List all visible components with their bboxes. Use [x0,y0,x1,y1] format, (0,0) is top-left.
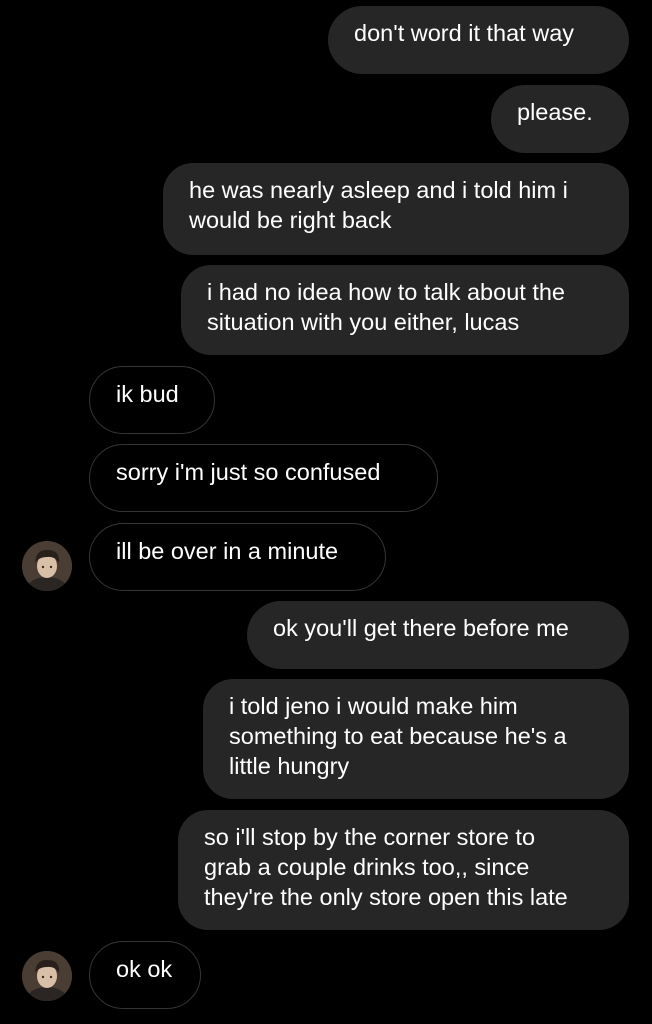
message-text: please. [517,99,593,125]
profile-avatar[interactable] [22,951,72,1001]
message-text-line: situation with you either, lucas [207,309,520,335]
message-text-line: i had no idea how to talk about the [207,279,565,305]
message-text-line: they're the only store open this late [204,884,568,910]
message-bubble-received[interactable]: ik bud [89,366,215,434]
message-bubble-received[interactable]: sorry i'm just so confused [89,444,438,512]
avatar-image [22,951,72,1001]
message-bubble-sent[interactable]: so i'll stop by the corner store to grab… [178,810,629,930]
message-text-line: something to eat because he's a [229,723,567,749]
message-text: ik bud [116,381,179,407]
message-bubble-sent[interactable]: ok you'll get there before me [247,601,629,669]
message-bubble-sent[interactable]: i told jeno i would make him something t… [203,679,629,799]
message-text-line: so i'll stop by the corner store to [204,824,536,850]
message-bubble-sent[interactable]: don't word it that way [328,6,629,74]
message-text: don't word it that way [354,20,575,46]
message-bubble-sent[interactable]: please. [491,85,629,153]
profile-avatar[interactable] [22,541,72,591]
message-text-line: i told jeno i would make him [229,693,518,719]
message-bubble-sent[interactable]: he was nearly asleep and i told him i wo… [163,163,629,255]
message-text-line: would be right back [189,207,392,233]
message-text: ok ok [116,956,173,982]
message-text-line: he was nearly asleep and i told him i [189,177,568,203]
message-text-line: grab a couple drinks too,, since [204,854,530,880]
message-text: ill be over in a minute [116,538,339,564]
message-bubble-received[interactable]: ill be over in a minute [89,523,386,591]
message-bubble-received[interactable]: ok ok [89,941,201,1009]
message-bubble-sent[interactable]: i had no idea how to talk about the situ… [181,265,629,355]
avatar-image [22,541,72,591]
message-text: sorry i'm just so confused [116,459,381,485]
message-text: ok you'll get there before me [273,615,569,641]
message-text-line: little hungry [229,753,350,779]
